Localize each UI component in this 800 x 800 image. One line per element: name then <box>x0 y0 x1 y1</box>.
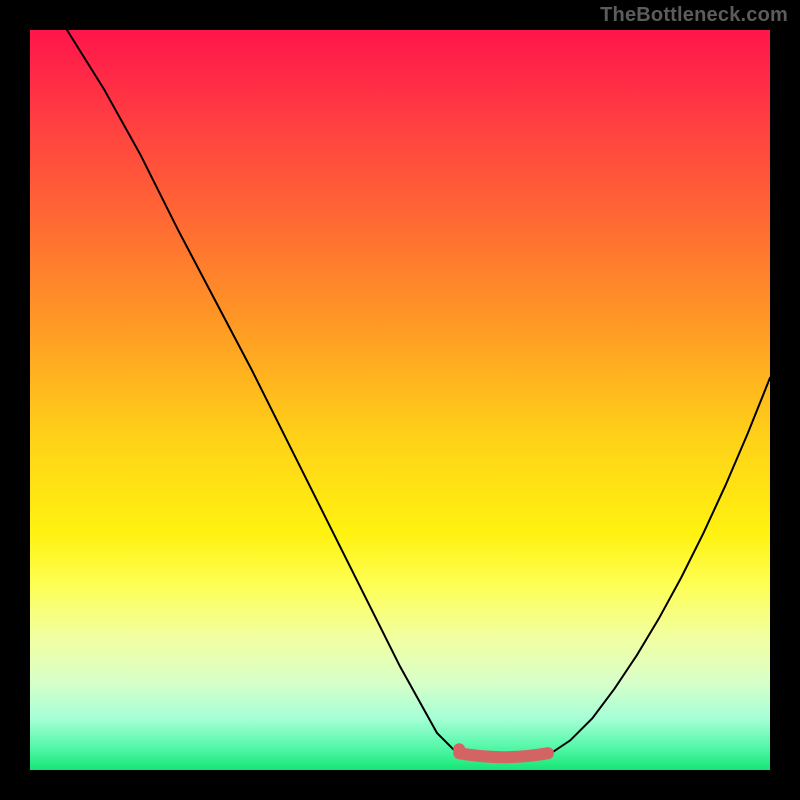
optimal-dot <box>453 743 465 755</box>
valley-band <box>459 753 548 757</box>
line-right <box>548 378 770 755</box>
chart-overlay <box>30 30 770 770</box>
watermark: TheBottleneck.com <box>600 4 788 27</box>
line-left <box>67 30 459 755</box>
